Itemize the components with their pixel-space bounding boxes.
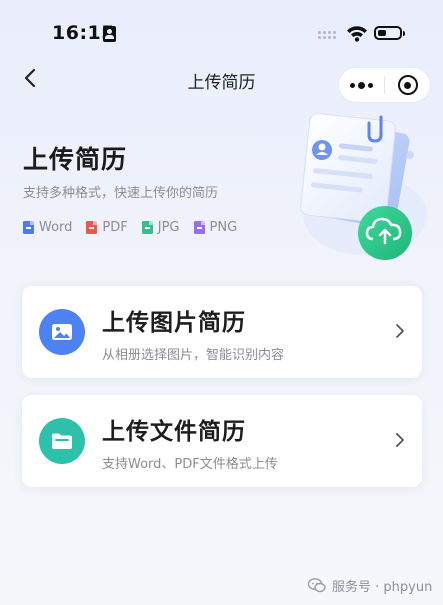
card-description: 从相册选择图片，智能识别内容	[102, 348, 285, 363]
hero-subtitle: 支持多种格式，快速上传你的简历	[23, 186, 219, 201]
card-title: 上传图片简历	[102, 310, 246, 336]
miniprogram-capsule	[338, 67, 431, 103]
upload-image-resume-card[interactable]: 上传图片简历 从相册选择图片，智能识别内容	[22, 286, 422, 378]
watermark: 服务号 · phpyun	[308, 576, 432, 595]
card-icon-container	[39, 418, 85, 464]
card-description: 支持Word、PDF文件格式上传	[102, 457, 278, 472]
format-label: PDF	[102, 220, 128, 235]
format-label: JPG	[157, 220, 180, 235]
format-label: Word	[39, 220, 73, 235]
format-pdf: PDF	[86, 220, 128, 235]
supported-formats: Word PDF JPG PNG	[23, 220, 237, 235]
wifi-icon	[347, 26, 367, 42]
battery-icon	[374, 26, 405, 40]
format-png: PNG	[193, 220, 238, 235]
jpg-file-icon	[141, 221, 153, 234]
close-miniprogram-button[interactable]	[385, 68, 430, 102]
status-bar: 16:15	[0, 0, 443, 64]
png-file-icon	[193, 221, 205, 234]
chevron-right-icon	[396, 433, 404, 447]
more-button[interactable]	[339, 68, 384, 102]
contact-card-icon	[103, 26, 116, 42]
upload-file-resume-card[interactable]: 上传文件简历 支持Word、PDF文件格式上传	[22, 395, 422, 487]
word-file-icon	[23, 221, 34, 234]
format-label: PNG	[209, 220, 238, 235]
format-jpg: JPG	[141, 220, 180, 235]
wechat-icon	[308, 578, 326, 593]
format-word: Word	[23, 220, 72, 235]
hero-title: 上传简历	[23, 145, 128, 174]
watermark-text: 服务号 · phpyun	[332, 580, 433, 595]
chevron-right-icon	[396, 324, 404, 338]
card-icon-container	[39, 309, 85, 355]
resume-upload-illustration	[300, 113, 427, 260]
signal-icon	[318, 31, 336, 39]
more-dots-icon	[350, 82, 355, 88]
target-circle-icon	[397, 75, 418, 95]
image-icon	[52, 324, 72, 340]
pdf-file-icon	[86, 221, 98, 234]
card-title: 上传文件简历	[102, 419, 246, 445]
folder-icon	[52, 433, 72, 449]
